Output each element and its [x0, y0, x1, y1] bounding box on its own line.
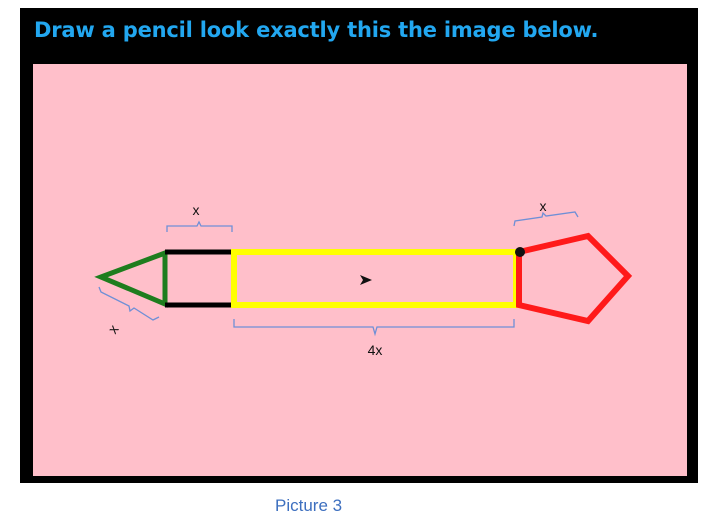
pencil-band: [165, 249, 234, 308]
band-width-label: x: [193, 202, 200, 218]
body-length-label: 4x: [368, 342, 383, 358]
drawing-canvas: x x 4x x: [33, 64, 687, 476]
pencil-body: [231, 249, 519, 308]
joint-dot: [515, 247, 525, 257]
eraser-side-brace: [513, 211, 579, 227]
eraser-side-label: x: [540, 198, 547, 214]
tip-side-label: x: [104, 322, 121, 337]
picture-caption: Picture 3: [275, 496, 343, 515]
band-width-brace: [166, 220, 233, 232]
body-length-brace: [233, 319, 515, 337]
pencil-diagram: x x 4x x: [94, 198, 633, 358]
arrow-marker-icon: [360, 275, 372, 285]
tip-side-brace: [98, 286, 160, 321]
instruction-title: Draw a pencil look exactly this the imag…: [34, 18, 599, 42]
pencil-eraser-pentagon: [516, 232, 633, 325]
